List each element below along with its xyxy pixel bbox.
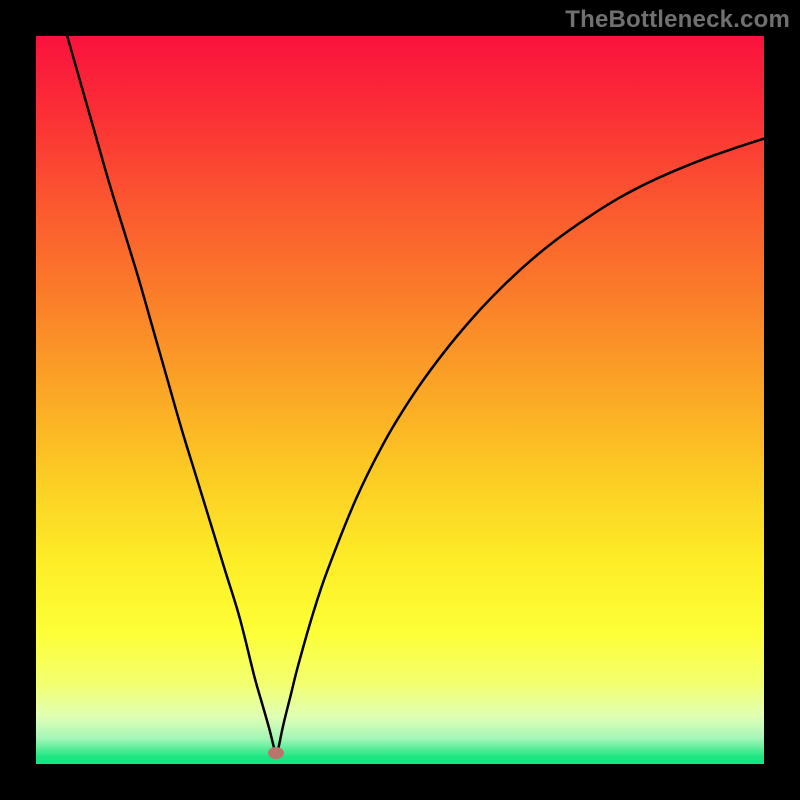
watermark-text: TheBottleneck.com (565, 6, 790, 34)
optimal-point-marker (268, 747, 284, 759)
bottleneck-curve (36, 36, 764, 764)
chart-container: TheBottleneck.com (0, 0, 800, 800)
plot-area (36, 36, 764, 764)
